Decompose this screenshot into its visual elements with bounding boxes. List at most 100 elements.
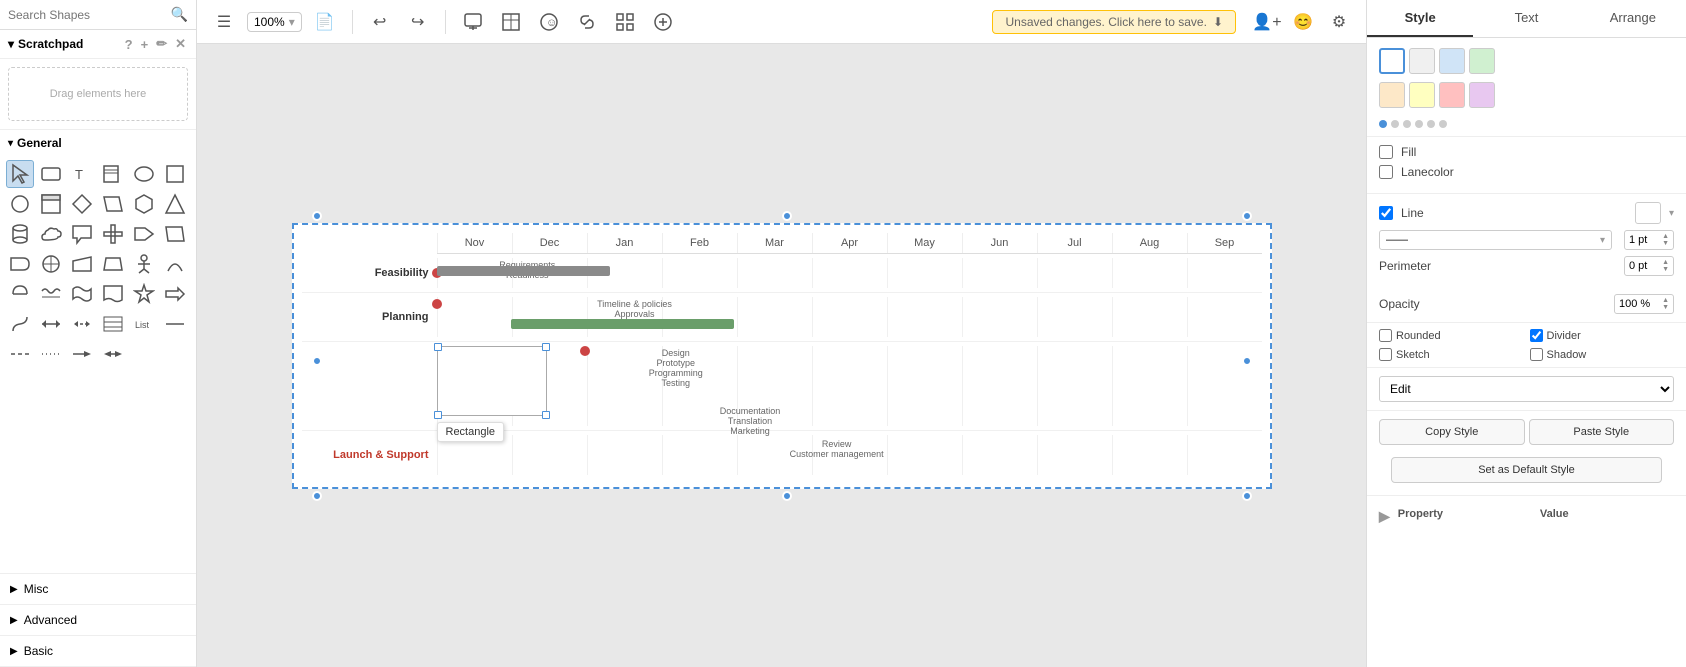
scratchpad-help-icon[interactable]: ? [123,37,135,52]
handle-bottom-right[interactable] [1242,491,1252,501]
add-collaborator-button[interactable]: 👤+ [1252,8,1282,36]
swatch-lightgray[interactable] [1409,48,1435,74]
general-section-header[interactable]: ▾ General [0,129,196,156]
handle-bottom-mid[interactable] [782,491,792,501]
scratchpad-drag-area[interactable]: Drag elements here [8,67,188,121]
insert-link-button[interactable] [572,8,602,36]
opacity-up[interactable]: ▲ [1662,297,1669,304]
swatch-lightblue[interactable] [1439,48,1465,74]
redo-button[interactable]: ↪ [403,8,433,36]
shape-line-dashed[interactable] [6,340,34,368]
shape-delay[interactable] [6,250,34,278]
shape-pointer[interactable] [6,160,34,188]
basic-section[interactable]: ▶ Basic [0,636,196,667]
shape-text-label[interactable]: List [130,310,158,338]
shape-speech-bubble[interactable] [68,220,96,248]
selected-rect[interactable] [437,346,547,416]
shape-arc[interactable] [161,250,189,278]
shape-triangle[interactable] [161,190,189,218]
shape-text[interactable]: T [68,160,96,188]
shadow-checkbox[interactable] [1530,348,1543,361]
scratchpad-add-icon[interactable]: + [139,37,151,52]
handle-mid-left[interactable] [312,356,322,366]
shape-arrow-double[interactable] [68,310,96,338]
line-color-picker[interactable] [1635,202,1661,224]
shape-actor[interactable] [130,250,158,278]
swatch-lightorange[interactable] [1379,82,1405,108]
swatch-lightred[interactable] [1439,82,1465,108]
menu-button[interactable]: ☰ [209,8,239,36]
shape-bidirectional[interactable] [37,310,65,338]
shape-rectangle-rounded[interactable] [37,160,65,188]
shape-square[interactable] [161,160,189,188]
scratchpad-arrow[interactable]: ▾ [8,37,14,51]
set-default-style-button[interactable]: Set as Default Style [1391,457,1662,483]
fill-checkbox[interactable] [1379,145,1393,159]
shape-data[interactable] [161,220,189,248]
perimeter-input[interactable]: 0 pt ▲ ▼ [1624,256,1674,276]
search-input[interactable] [8,8,165,22]
shape-hexagon[interactable] [130,190,158,218]
handle-br[interactable] [542,411,550,419]
shape-tape[interactable] [68,280,96,308]
lanecolor-checkbox[interactable] [1379,165,1393,179]
dot-4[interactable] [1415,120,1423,128]
shape-circle[interactable] [6,190,34,218]
opacity-down[interactable]: ▼ [1662,304,1669,311]
line-width-input[interactable]: 1 pt ▲ ▼ [1624,230,1674,250]
handle-tr[interactable] [542,343,550,351]
perimeter-down[interactable]: ▼ [1662,266,1669,273]
dot-3[interactable] [1403,120,1411,128]
shape-ellipse[interactable] [130,160,158,188]
perimeter-up[interactable]: ▲ [1662,259,1669,266]
shape-note[interactable] [99,160,127,188]
insert-shape-button[interactable] [458,8,488,36]
save-as-button[interactable]: 📄 [310,8,340,36]
share-button[interactable]: 😊 [1288,8,1318,36]
misc-section[interactable]: ▶ Misc [0,574,196,605]
tab-arrange[interactable]: Arrange [1580,0,1686,37]
divider-checkbox[interactable] [1530,329,1543,342]
insert-grid-button[interactable] [610,8,640,36]
shape-line-both-arrow[interactable] [99,340,127,368]
scratchpad-close-icon[interactable]: ✕ [173,36,188,52]
sketch-checkbox[interactable] [1379,348,1392,361]
shape-container[interactable] [37,190,65,218]
handle-bl[interactable] [434,411,442,419]
shape-diamond[interactable] [68,190,96,218]
undo-button[interactable]: ↩ [365,8,395,36]
insert-note-button[interactable]: ☺ [534,8,564,36]
handle-bottom-left[interactable] [312,491,322,501]
edit-select[interactable]: Edit [1379,376,1674,402]
shape-line-dotted[interactable] [37,340,65,368]
handle-top-mid[interactable] [782,211,792,221]
copy-style-button[interactable]: Copy Style [1379,419,1525,445]
shape-star[interactable] [130,280,158,308]
shape-wave[interactable] [37,280,65,308]
line-width-down[interactable]: ▼ [1662,240,1669,247]
canvas-area[interactable]: Nov Dec Jan Feb Mar Apr May Jun Jul Aug … [197,44,1366,667]
shape-manual-input[interactable] [68,250,96,278]
line-color-dropdown-icon[interactable]: ▾ [1669,208,1674,219]
shape-arrow-right[interactable] [161,280,189,308]
dot-1[interactable] [1379,120,1387,128]
settings-button[interactable]: ⚙ [1324,8,1354,36]
dot-6[interactable] [1439,120,1447,128]
unsaved-banner[interactable]: Unsaved changes. Click here to save. ⬇ [992,10,1236,34]
swatch-lightpurple[interactable] [1469,82,1495,108]
shape-cloud[interactable] [37,220,65,248]
zoom-selector[interactable]: 100% ▾ [247,12,302,32]
paste-style-button[interactable]: Paste Style [1529,419,1675,445]
scratchpad-edit-icon[interactable]: ✏ [154,36,169,52]
line-style-select[interactable]: —— ▾ [1379,230,1612,250]
swatch-white[interactable] [1379,48,1405,74]
shape-manual-op[interactable] [99,250,127,278]
handle-top-left[interactable] [312,211,322,221]
shape-or[interactable] [37,250,65,278]
handle-top-right[interactable] [1242,211,1252,221]
shape-cylinder[interactable] [6,220,34,248]
shape-half-circle[interactable] [6,280,34,308]
opacity-input[interactable]: 100 % ▲ ▼ [1614,294,1674,314]
handle-mid-right[interactable] [1242,356,1252,366]
search-icon[interactable]: 🔍 [171,6,188,23]
